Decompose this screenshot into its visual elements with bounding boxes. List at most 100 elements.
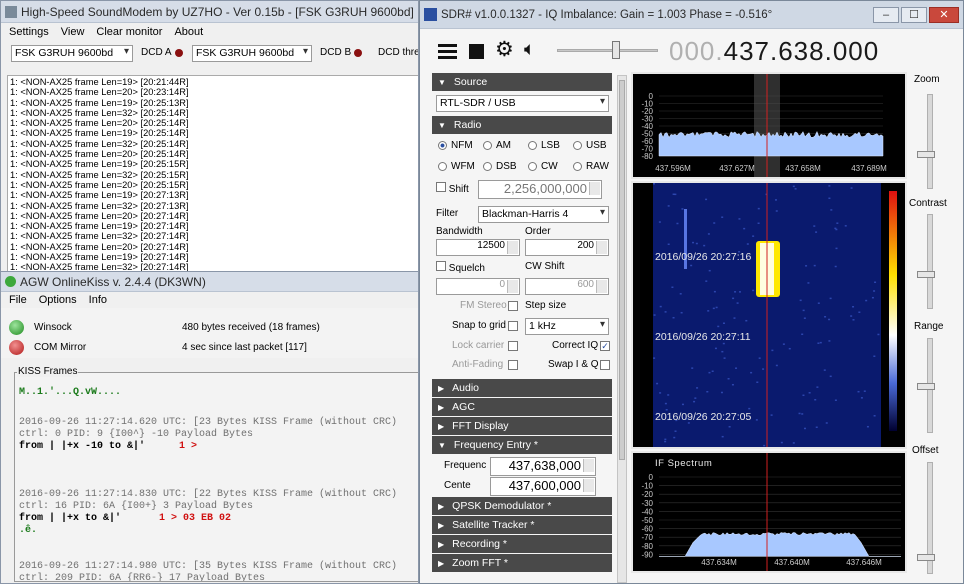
noise-speck: [746, 243, 749, 245]
menu-settings[interactable]: Settings: [9, 26, 49, 38]
app-icon: [5, 5, 17, 18]
range-slider-thumb[interactable]: [917, 383, 935, 390]
recording-header[interactable]: Recording *: [432, 535, 612, 553]
correct-iq-checkbox[interactable]: ✓: [600, 341, 610, 351]
kiss-frames-label: KISS Frames: [17, 366, 79, 377]
offset-slider-thumb[interactable]: [917, 554, 935, 561]
shift-checkbox[interactable]: Shift: [436, 182, 469, 195]
noise-speck: [659, 392, 662, 394]
winsock-led-icon: [9, 320, 24, 335]
contrast-slider-track[interactable]: [927, 214, 933, 309]
satellite-tracker-header[interactable]: Satellite Tracker *: [432, 516, 612, 534]
modem-a-select[interactable]: FSK G3RUH 9600bd: [11, 45, 133, 62]
swap-iq-checkbox[interactable]: [600, 360, 610, 370]
source-header[interactable]: Source: [432, 73, 612, 91]
soundmodem-titlebar[interactable]: High-Speed SoundModem by UZ7HO - Ver 0.1…: [1, 1, 418, 23]
noise-speck: [673, 436, 676, 439]
qpsk-header[interactable]: QPSK Demodulator *: [432, 497, 612, 515]
mode-usb-radio[interactable]: USB: [573, 140, 607, 151]
noise-speck: [731, 383, 734, 386]
device-select[interactable]: RTL-SDR / USB: [436, 95, 609, 112]
squelch-checkbox[interactable]: Squelch: [436, 261, 485, 274]
order-input[interactable]: 200: [525, 239, 609, 256]
zoom-slider-track[interactable]: [927, 94, 933, 189]
speaker-icon[interactable]: 🔈︎: [524, 39, 535, 61]
kiss-line-text: 2016-09-26 11:27:14.620 UTC: [23 Bytes K…: [19, 417, 398, 428]
if-spectrum-panel[interactable]: IF Spectrum 0 -10 -20 -30 -40 -50 -60 -70 -80 -90 4…: [631, 451, 907, 573]
log-line: 1: <NON-AX25 frame Len=19> [20:21:44R]: [10, 77, 189, 87]
fm-stereo-checkbox[interactable]: [508, 301, 518, 311]
zoom-fft-header[interactable]: Zoom FFT *: [432, 554, 612, 572]
waterfall-panel[interactable]: 2016/09/26 20:27:16 2016/09/26 20:27:11 20…: [631, 181, 907, 449]
noise-speck: [877, 333, 880, 336]
mode-lsb-radio[interactable]: LSB: [528, 140, 560, 151]
noise-speck: [802, 309, 805, 312]
spectrum-panel[interactable]: 0 -10 -20 -30 -40 -50 -60 -70 -80 437.596M 437.627…: [631, 72, 907, 179]
swap-iq-label: Swap I & Q: [548, 359, 599, 370]
control-panel-scrollbar[interactable]: [617, 75, 627, 583]
source-body: RTL-SDR / USB: [432, 92, 612, 116]
anti-fading-checkbox[interactable]: [508, 360, 518, 370]
center-entry-input[interactable]: 437,600,000: [490, 477, 596, 496]
noise-speck: [815, 231, 818, 233]
noise-speck: [871, 296, 874, 299]
frequency-entry-input[interactable]: 437,638,000: [490, 457, 596, 476]
noise-speck: [681, 403, 684, 406]
mode-am-radio[interactable]: AM: [483, 140, 511, 151]
mode-wfm-radio[interactable]: WFM: [438, 161, 475, 172]
close-button[interactable]: ✕: [929, 7, 959, 23]
audio-header[interactable]: Audio: [432, 379, 612, 397]
bandwidth-input[interactable]: 12500: [436, 239, 520, 256]
lock-carrier-checkbox[interactable]: [508, 341, 518, 351]
mode-cw-radio[interactable]: CW: [528, 161, 558, 172]
mode-nfm-radio[interactable]: NFM: [438, 140, 473, 151]
menu-about[interactable]: About: [174, 26, 203, 38]
zoom-slider-thumb[interactable]: [917, 151, 935, 158]
volume-slider[interactable]: [557, 49, 658, 52]
menu-file[interactable]: File: [9, 294, 27, 306]
sdr-titlebar[interactable]: SDR# v1.0.0.1327 - IQ Imbalance: Gain = …: [420, 1, 963, 29]
agc-header[interactable]: AGC: [432, 398, 612, 416]
frequency-entry-header[interactable]: Frequency Entry *: [432, 436, 612, 454]
status-area: Winsock 480 bytes received (18 frames) C…: [1, 308, 418, 358]
menu-options[interactable]: Options: [39, 294, 77, 306]
fft-display-header[interactable]: FFT Display: [432, 417, 612, 435]
modem-b-select[interactable]: FSK G3RUH 9600bd: [192, 45, 312, 62]
step-size-select[interactable]: 1 kHz: [525, 318, 609, 335]
minimize-button[interactable]: –: [873, 7, 899, 23]
noise-speck: [681, 208, 684, 210]
monitor-log[interactable]: 1: <NON-AX25 frame Len=19> [20:21:44R] 1:…: [7, 75, 418, 271]
frequency-value: 437.638.000: [723, 36, 880, 66]
squelch-input[interactable]: 0: [436, 278, 520, 295]
contrast-slider-thumb[interactable]: [917, 271, 935, 278]
offset-label: Offset: [912, 445, 939, 456]
menu-view[interactable]: View: [61, 26, 85, 38]
volume-thumb[interactable]: [612, 41, 620, 59]
noise-speck: [711, 370, 714, 373]
noise-speck: [713, 290, 716, 293]
noise-speck: [763, 444, 766, 447]
com-mirror-status: 4 sec since last packet [117]: [182, 342, 307, 353]
mode-dsb-radio[interactable]: DSB: [483, 161, 517, 172]
kiss-frames-log[interactable]: M..1.'...Q.vW.... 2016-09-26 11:27:14.620…: [14, 372, 418, 582]
menu-info[interactable]: Info: [89, 294, 107, 306]
noise-speck: [873, 355, 876, 357]
mode-raw-radio[interactable]: RAW: [573, 161, 609, 172]
frequency-display[interactable]: 000.437.638.000: [669, 36, 879, 67]
mode-label: CW: [541, 161, 558, 172]
menu-clear-monitor[interactable]: Clear monitor: [96, 26, 162, 38]
agw-titlebar[interactable]: AGW OnlineKiss v. 2.4.4 (DK3WN): [1, 272, 418, 292]
cw-shift-input[interactable]: 600: [525, 278, 609, 295]
mode-label: LSB: [541, 140, 560, 151]
noise-speck: [733, 317, 736, 319]
menu-icon[interactable]: [438, 44, 457, 59]
noise-speck: [805, 265, 808, 267]
filter-select[interactable]: Blackman-Harris 4: [478, 206, 609, 223]
stop-button[interactable]: [469, 44, 484, 59]
maximize-button[interactable]: ☐: [901, 7, 927, 23]
snap-checkbox[interactable]: [508, 321, 518, 331]
shift-input[interactable]: 2,256,000,000: [478, 180, 602, 199]
radio-header[interactable]: Radio: [432, 116, 612, 134]
noise-speck: [801, 413, 804, 415]
gear-icon[interactable]: ⚙: [495, 39, 514, 61]
